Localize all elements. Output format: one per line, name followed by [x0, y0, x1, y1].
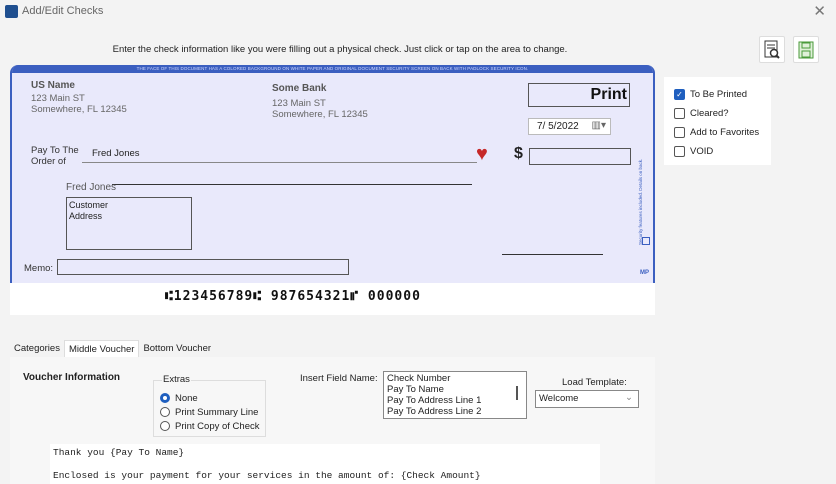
voucher-text-area[interactable]: Thank you {Pay To Name} Enclosed is your…	[50, 444, 600, 484]
checkbox-label: Cleared?	[690, 108, 729, 119]
extras-summary-radio[interactable]: Print Summary Line	[160, 405, 259, 419]
print-preview-icon	[764, 40, 780, 59]
to-be-printed-checkbox[interactable]: ✓ To Be Printed	[664, 85, 771, 104]
payer-address-1[interactable]: 123 Main ST	[31, 93, 85, 104]
date-value: 7/ 5/2022	[537, 121, 579, 132]
field-name-list[interactable]: Check Number Pay To Name Pay To Address …	[383, 371, 527, 419]
signature-line	[502, 254, 603, 255]
micr-line: ⑆123456789⑆ 987654321⑈ 000000	[165, 289, 421, 304]
radio-icon	[160, 407, 170, 417]
memo-label: Memo:	[24, 263, 54, 274]
address-name[interactable]: Fred Jones	[66, 182, 116, 193]
bank-address-2[interactable]: Somewhere, FL 12345	[272, 109, 368, 120]
checkbox-checked-icon: ✓	[674, 89, 685, 100]
pay-to-label-2: Order of	[31, 156, 66, 167]
checkbox-label: Add to Favorites	[690, 127, 760, 138]
extras-copy-radio[interactable]: Print Copy of Check	[160, 419, 259, 433]
scrollbar-thumb[interactable]	[516, 386, 518, 400]
amount-field[interactable]	[529, 148, 631, 165]
calendar-dropdown-icon: ▥▾	[591, 120, 606, 131]
memo-field[interactable]	[57, 259, 349, 275]
insert-field-label: Insert Field Name:	[300, 373, 378, 384]
add-to-favorites-checkbox[interactable]: Add to Favorites	[664, 123, 771, 142]
security-text: Security features included. Details on b…	[638, 158, 643, 245]
void-checkbox[interactable]: VOID	[664, 142, 771, 161]
check-number-field[interactable]: Print	[528, 83, 630, 107]
list-item[interactable]: Pay To Address Line 2	[387, 406, 523, 417]
window-title: Add/Edit Checks	[22, 5, 104, 17]
micr-area: ⑆123456789⑆ 987654321⑈ 000000	[10, 283, 655, 315]
list-item[interactable]: Pay To Name	[387, 384, 523, 395]
save-button[interactable]	[793, 36, 819, 63]
radio-selected-icon	[160, 393, 170, 403]
list-item[interactable]: Pay To Address Line 1	[387, 395, 523, 406]
save-icon	[798, 41, 814, 58]
pay-to-label: Pay To The Order of	[31, 145, 79, 167]
voucher-heading: Voucher Information	[23, 372, 121, 383]
checkbox-label: VOID	[690, 146, 714, 157]
checkbox-label: To Be Printed	[690, 89, 748, 100]
address-field[interactable]: Customer Address	[66, 197, 192, 250]
tab-bottom-voucher[interactable]: Bottom Voucher	[139, 340, 215, 357]
check-face: THE FACE OF THIS DOCUMENT HAS A COLORED …	[10, 65, 655, 289]
padlock-icon	[642, 237, 650, 245]
close-button[interactable]: ✕	[813, 2, 826, 20]
title-bar: Add/Edit Checks ✕	[0, 0, 836, 24]
tab-categories[interactable]: Categories	[10, 340, 64, 357]
security-banner: THE FACE OF THIS DOCUMENT HAS A COLORED …	[12, 65, 653, 73]
radio-label: None	[175, 392, 198, 404]
voucher-text-line: Enclosed is your payment for your servic…	[53, 470, 481, 481]
template-value: Welcome	[539, 393, 579, 404]
date-picker[interactable]: 7/ 5/2022 ▥▾	[528, 118, 611, 135]
extras-label: Extras	[162, 374, 191, 385]
extras-group: Extras None Print Summary Line Print Cop…	[153, 374, 266, 437]
radio-label: Print Copy of Check	[175, 420, 260, 432]
app-icon	[5, 5, 18, 18]
template-dropdown[interactable]: Welcome ⌄	[535, 390, 639, 408]
checkbox-icon	[674, 127, 685, 138]
checkbox-icon	[674, 146, 685, 157]
checkbox-icon	[674, 108, 685, 119]
check-options: ✓ To Be Printed Cleared? Add to Favorites…	[664, 77, 771, 165]
mp-logo: MP	[640, 270, 649, 276]
voucher-panel: Voucher Information Extras None Print Su…	[10, 357, 655, 484]
bank-name[interactable]: Some Bank	[272, 83, 326, 94]
bank-address-1[interactable]: 123 Main ST	[272, 98, 326, 109]
radio-icon	[160, 421, 170, 431]
voucher-text-line: Thank you {Pay To Name}	[53, 447, 185, 458]
print-preview-button[interactable]	[759, 36, 785, 63]
voucher-tabs: Categories Middle Voucher Bottom Voucher	[10, 340, 215, 357]
pay-to-label-1: Pay To The	[31, 145, 79, 156]
list-item[interactable]: Check Number	[387, 373, 523, 384]
payer-name[interactable]: US Name	[31, 80, 75, 91]
payer-address-2[interactable]: Somewhere, FL 12345	[31, 104, 127, 115]
instruction-text: Enter the check information like you wer…	[112, 44, 568, 55]
radio-label: Print Summary Line	[175, 406, 259, 418]
chevron-down-icon: ⌄	[625, 392, 633, 403]
extras-none-radio[interactable]: None	[160, 391, 259, 405]
cleared-checkbox[interactable]: Cleared?	[664, 104, 771, 123]
tab-middle-voucher[interactable]: Middle Voucher	[63, 340, 140, 357]
dollar-sign: $	[514, 145, 523, 162]
written-amount-line[interactable]	[112, 184, 472, 185]
payee-field[interactable]: Fred Jones	[82, 148, 477, 163]
favorite-payee-icon[interactable]: ♥	[476, 143, 488, 166]
load-template-label: Load Template:	[562, 377, 627, 388]
